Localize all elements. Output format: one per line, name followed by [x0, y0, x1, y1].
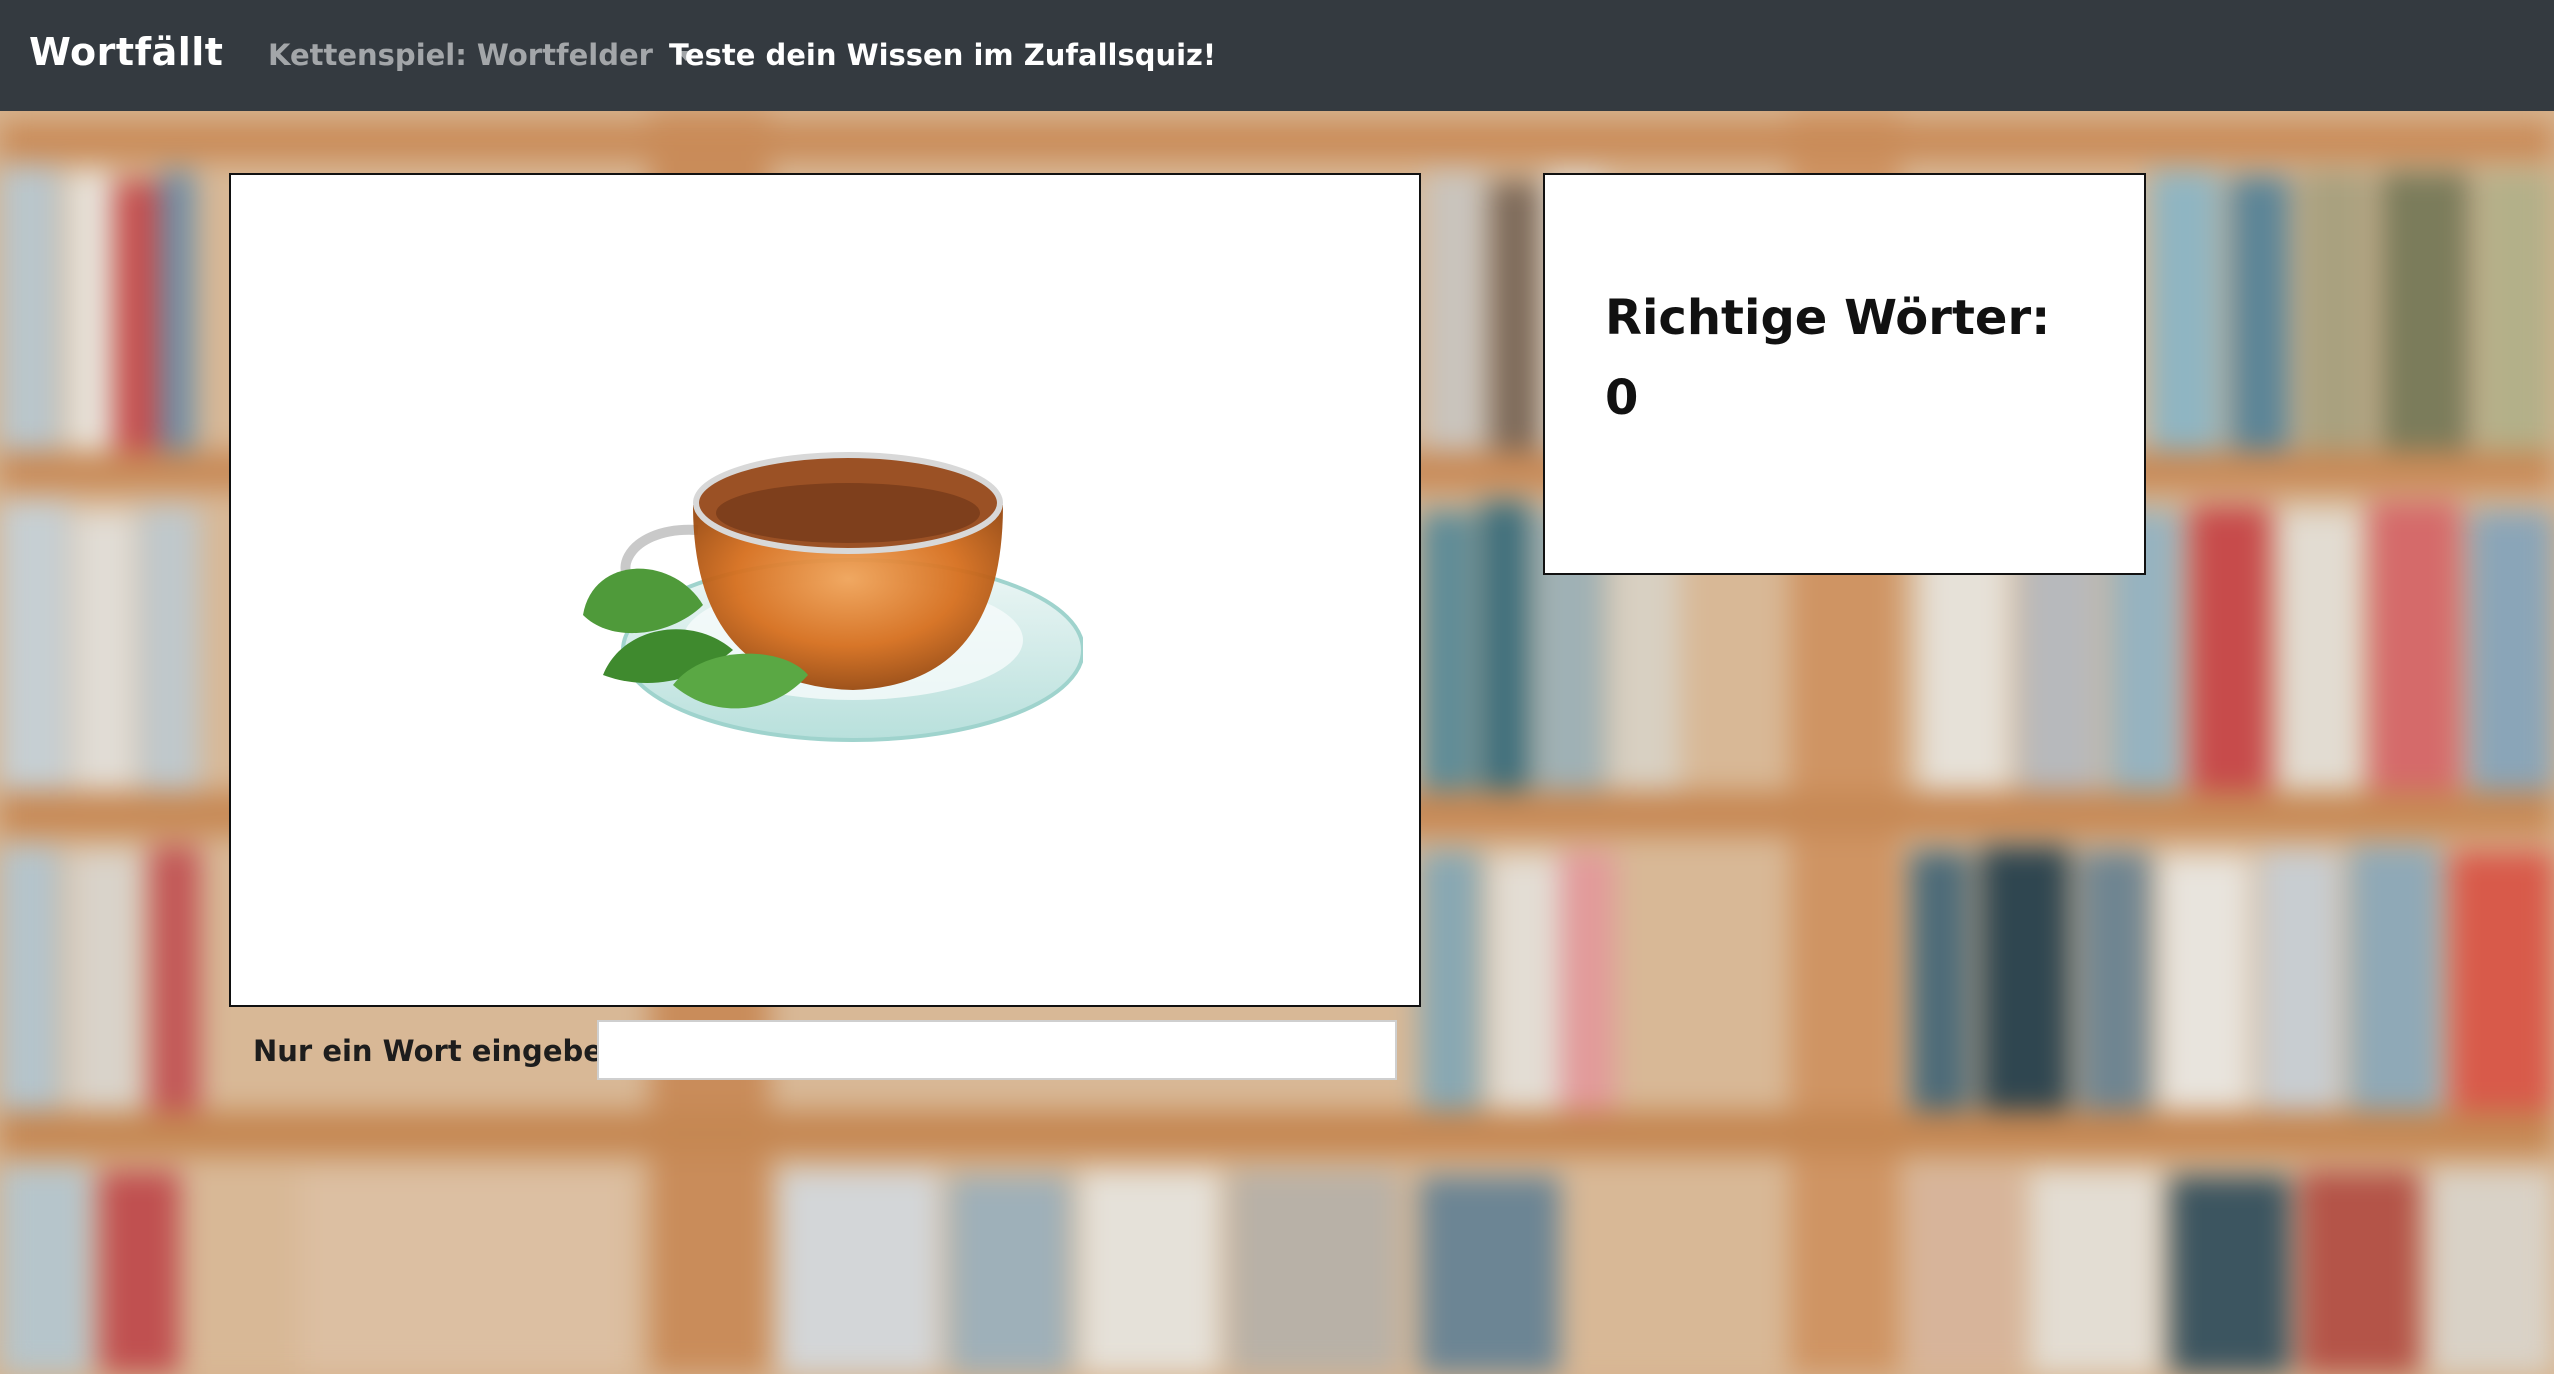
- score-label: Richtige Wörter:: [1605, 290, 2051, 346]
- wordfields-dropdown[interactable]: Kettenspiel: Wortfelder: [268, 38, 695, 72]
- score-panel: Richtige Wörter: 0: [1543, 173, 2146, 575]
- word-input[interactable]: [597, 1020, 1397, 1080]
- score-value: 0: [1605, 370, 1639, 426]
- word-image-panel: [229, 173, 1421, 1007]
- word-input-label: Nur ein Wort eingeben:: [253, 1034, 636, 1068]
- tea-cup-image: [583, 452, 1083, 742]
- random-quiz-link[interactable]: Teste dein Wissen im Zufallsquiz!: [669, 38, 1216, 72]
- brand-link[interactable]: Wortfällt: [29, 30, 223, 74]
- wordfields-dropdown-label: Kettenspiel: Wortfelder: [268, 38, 653, 72]
- navbar: Wortfällt Kettenspiel: Wortfelder Teste …: [0, 0, 2554, 111]
